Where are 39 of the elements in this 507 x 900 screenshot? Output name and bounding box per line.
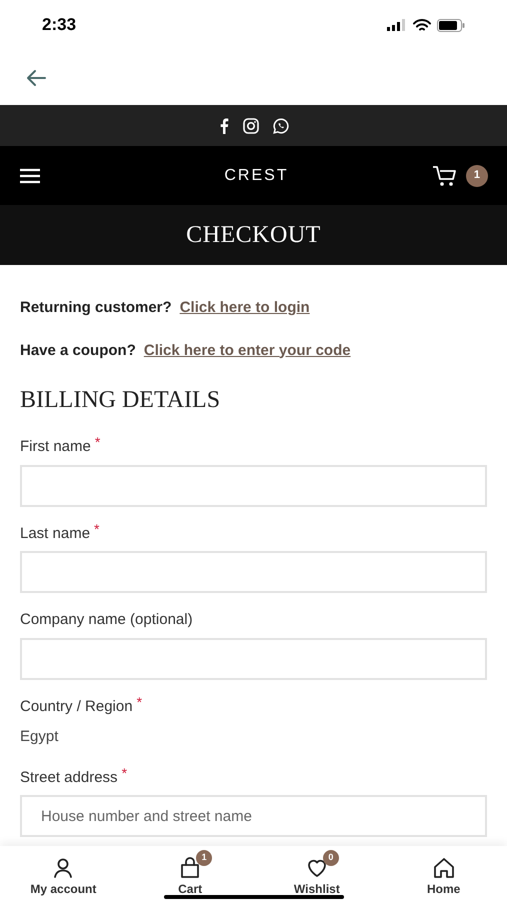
facebook-icon[interactable]	[218, 118, 228, 134]
required-mark: *	[94, 522, 100, 534]
required-mark: *	[94, 436, 100, 448]
field-value: Egypt	[20, 727, 60, 747]
notice-link[interactable]: Click here to enter your code	[144, 340, 351, 362]
chat-bubble-icon[interactable]	[272, 118, 288, 134]
required-mark: *	[122, 766, 128, 778]
menu-icon	[19, 168, 41, 184]
notice-link[interactable]: Click here to login	[180, 297, 310, 320]
input-field[interactable]	[20, 464, 487, 506]
instagram-icon[interactable]	[242, 118, 258, 134]
field-label: Country / Region	[20, 696, 133, 716]
section-title: BILLING DETAILS	[20, 386, 222, 415]
status-time: 2:33	[42, 14, 76, 36]
field-label: First name	[20, 437, 91, 457]
page-title: CHECKOUT	[186, 221, 321, 250]
required-mark: *	[136, 696, 142, 708]
menu-button[interactable]	[19, 166, 41, 184]
nav-item[interactable]: Home	[380, 848, 507, 898]
input-field[interactable]	[20, 638, 487, 680]
cart-icon	[432, 164, 458, 186]
cart-button[interactable]: 1	[432, 164, 488, 186]
input-field[interactable]	[20, 551, 487, 593]
wifi-icon	[413, 18, 431, 32]
field-label: Last name	[20, 524, 90, 544]
back-arrow-icon	[25, 68, 47, 86]
field-label: Street address	[20, 768, 118, 788]
count-badge: 0	[322, 850, 339, 866]
notice-text: Returning customer?	[20, 298, 172, 318]
input-field[interactable]: House number and street name	[20, 795, 487, 837]
notice-text: Have a coupon?	[20, 340, 136, 360]
battery-icon	[437, 18, 465, 32]
cart-count-badge: 1	[466, 164, 488, 186]
logo[interactable]: CREST	[224, 164, 289, 188]
nav-item[interactable]: My account	[0, 848, 127, 898]
signal-icon	[387, 19, 407, 31]
home-icon	[432, 856, 456, 880]
count-badge: 1	[196, 850, 212, 866]
field-label: Company name (optional)	[20, 610, 193, 630]
